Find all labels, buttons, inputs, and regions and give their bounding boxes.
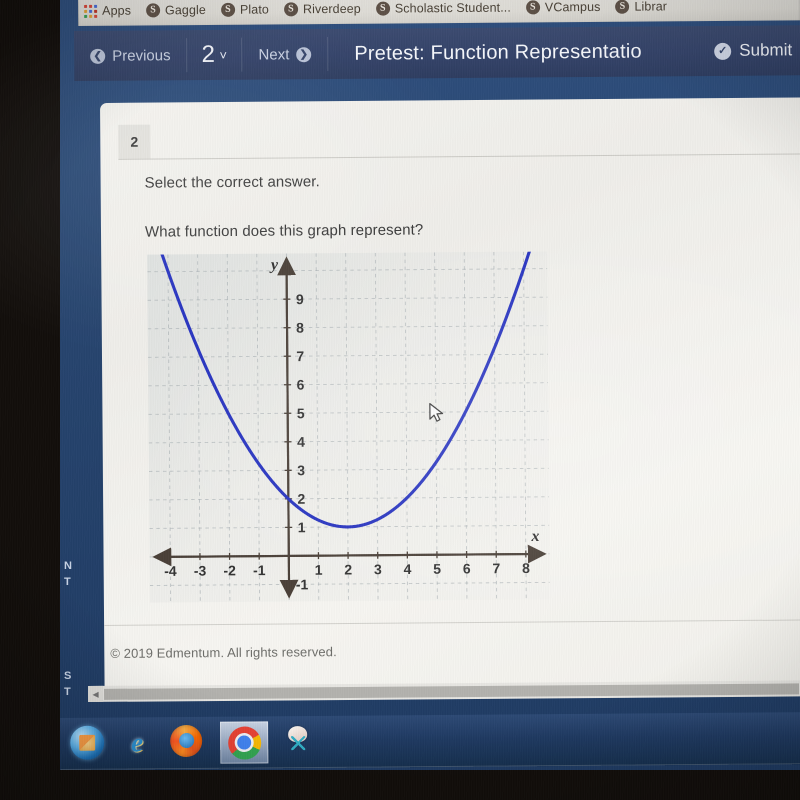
svg-text:-4: -4 [164,563,177,579]
svg-text:8: 8 [522,560,530,576]
bookmark-label: Scholastic Student... [394,0,511,16]
svg-text:3: 3 [374,561,382,577]
svg-text:1: 1 [298,519,306,535]
bookmark-vcampus[interactable]: VCampus [525,0,601,15]
svg-text:5: 5 [433,561,441,577]
snipping-tool-icon [282,724,314,756]
question-card: 2 Select the correct answer. What functi… [100,97,800,687]
check-circle-icon: ✓ [714,42,732,60]
svg-text:-1: -1 [296,576,309,592]
taskbar-internet-explorer[interactable]: e [120,725,156,761]
bookmark-globe-icon [220,2,235,17]
parabola-graph: -4 -3 -2 -1 1 2 3 4 5 6 7 8 9 8 7 6 5 4 3 2 1 -1 y x [147,251,550,603]
previous-label: Previous [112,46,171,65]
question-number: 2 [201,40,216,68]
svg-text:2: 2 [344,561,352,577]
firefox-icon [170,724,203,758]
bookmark-library[interactable]: Librar [615,0,667,14]
internet-explorer-icon: e [131,726,144,757]
bookmark-label: VCampus [544,0,601,15]
next-label: Next [258,45,290,64]
next-button[interactable]: Next ❯ [242,29,327,80]
question-number-badge: 2 [118,124,151,159]
screen-photo: Apps Gaggle Plato Riverdeep Scholastic S… [0,0,800,800]
svg-text:9: 9 [296,291,304,307]
svg-text:2: 2 [297,491,305,507]
chrome-icon [227,725,261,760]
assessment-title: Pretest: Function Representatio [354,40,642,65]
bookmark-apps[interactable]: Apps [84,4,131,18]
svg-text:4: 4 [403,561,411,577]
side-strip-label-s: S [64,670,72,682]
bookmark-globe-icon [145,3,161,18]
arrow-left-circle-icon: ❮ [90,48,106,64]
svg-text:-2: -2 [223,562,236,578]
bookmark-label: Apps [102,3,132,18]
svg-text:7: 7 [492,560,500,576]
svg-text:1: 1 [315,562,323,578]
chevron-down-icon: ˅ [219,47,228,63]
svg-text:6: 6 [297,377,305,393]
arrow-right-circle-icon: ❯ [296,46,312,62]
bookmark-label: Librar [634,0,668,14]
bookmark-globe-icon [375,1,390,16]
bookmark-globe-icon [615,0,630,14]
side-strip-label-n: N [64,560,73,572]
side-strip-label-t: T [64,576,72,588]
scroll-left-arrow-icon[interactable]: ◀ [88,685,104,702]
svg-text:8: 8 [296,320,304,336]
bookmark-label: Gaggle [164,2,206,18]
taskbar-snipping-tool[interactable] [282,724,318,760]
bookmark-plato[interactable]: Plato [220,2,269,17]
question-selector[interactable]: 2 ˅ [187,41,241,69]
windows-taskbar: e [60,712,800,770]
bookmark-riverdeep[interactable]: Riverdeep [283,1,361,17]
copyright-text: © 2019 Edmentum. All rights reserved. [110,644,337,661]
previous-button[interactable]: ❮ Previous [74,30,187,81]
side-strip-label-t2: T [64,686,72,698]
divider [118,153,800,160]
taskbar-chrome[interactable] [220,721,269,764]
windows-start-icon [70,725,105,760]
submit-button[interactable]: ✓ Submit [700,25,800,76]
graph-figure: -4 -3 -2 -1 1 2 3 4 5 6 7 8 9 8 7 6 5 4 3 2 1 -1 y x [147,251,550,603]
svg-text:3: 3 [297,462,305,478]
bookmark-label: Riverdeep [302,1,361,17]
apps-grid-icon [84,4,98,18]
svg-text:4: 4 [297,434,305,450]
bookmark-label: Plato [239,2,269,17]
divider [104,619,800,626]
submit-label: Submit [739,40,793,60]
assessment-navbar: ❮ Previous 2 ˅ Next ❯ Pretest: Function … [74,25,800,81]
bookmark-scholastic-student[interactable]: Scholastic Student... [375,0,511,16]
taskbar-firefox[interactable] [170,724,206,761]
svg-text:7: 7 [296,348,304,364]
start-button[interactable] [70,725,106,762]
svg-text:6: 6 [463,560,471,576]
svg-text:-3: -3 [194,563,207,579]
scrollbar-thumb[interactable] [104,682,800,700]
question-prompt: What function does this graph represent? [144,221,424,241]
svg-text:x: x [530,528,539,545]
bookmark-gaggle[interactable]: Gaggle [145,2,206,18]
svg-text:-1: -1 [253,562,266,578]
bookmark-globe-icon [283,2,298,17]
svg-text:5: 5 [297,405,305,421]
svg-text:y: y [269,257,279,274]
mouse-pointer-icon [429,402,444,422]
bookmark-globe-icon [525,0,540,15]
instruction-text: Select the correct answer. [144,173,320,192]
